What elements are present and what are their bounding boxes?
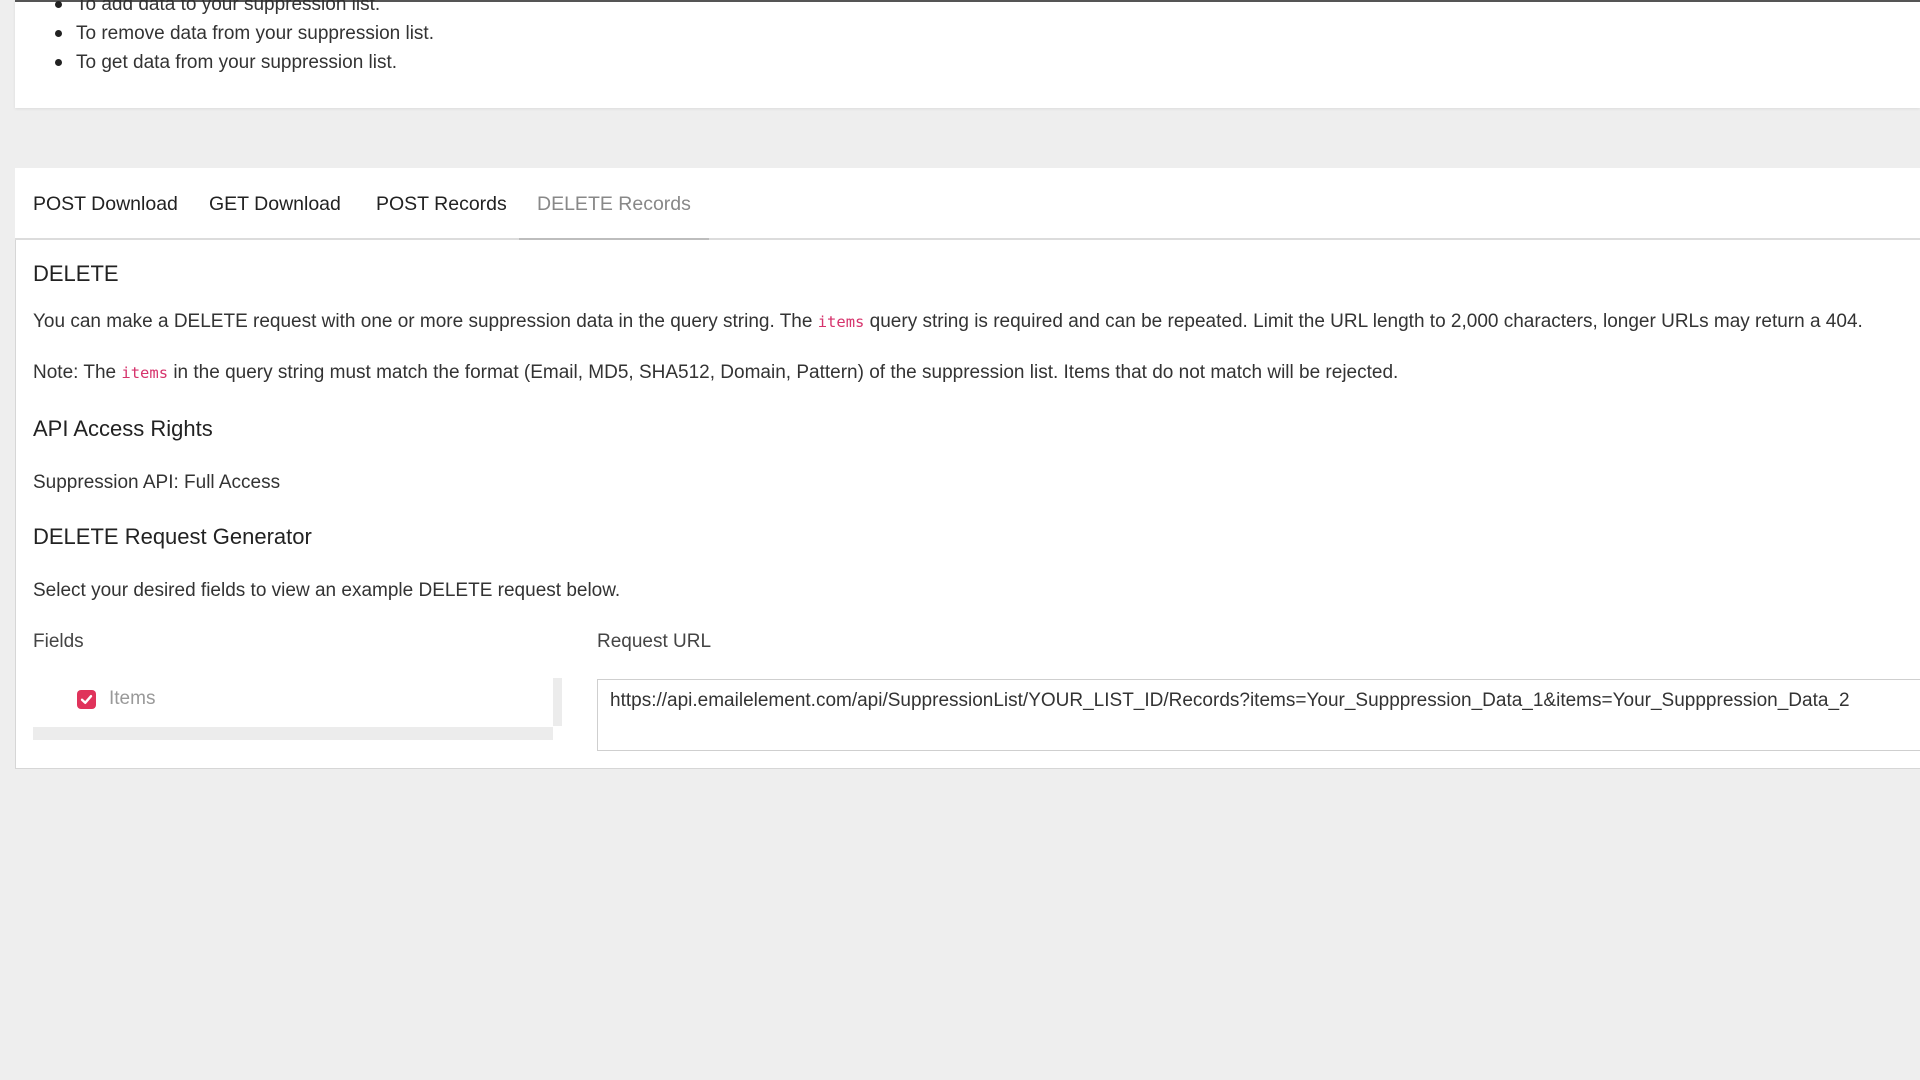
request-generator-description: Select your desired fields to view an ex…	[33, 580, 621, 601]
tab-post-download[interactable]: POST Download	[15, 168, 196, 240]
note-part: in the query string must match the forma…	[168, 362, 1399, 383]
tab-get-download[interactable]: GET Download	[191, 168, 359, 240]
list-item: To get data from your suppression list.	[55, 48, 434, 77]
description-part: You can make a DELETE request with one o…	[33, 311, 818, 332]
description-part: query string is required and can be repe…	[864, 311, 1863, 332]
intro-card: To add data to your suppression list. To…	[15, 0, 1920, 108]
request-url-output[interactable]: https://api.emailelement.com/api/Suppres…	[597, 679, 1920, 751]
section-title: DELETE	[33, 261, 119, 286]
request-generator-heading: DELETE Request Generator	[33, 524, 312, 549]
field-label: Items	[109, 688, 156, 709]
intro-list: To add data to your suppression list. To…	[55, 0, 434, 77]
delete-records-panel: DELETE You can make a DELETE request wit…	[15, 240, 1920, 769]
list-item: To remove data from your suppression lis…	[55, 19, 434, 48]
list-item: To add data to your suppression list.	[55, 0, 434, 19]
tab-post-records[interactable]: POST Records	[358, 168, 525, 240]
fields-scrollbar[interactable]	[553, 678, 562, 726]
tab-bar: POST Download GET Download POST Records …	[15, 168, 1920, 241]
tab-delete-records[interactable]: DELETE Records	[519, 168, 709, 241]
checkmark-icon	[80, 694, 93, 704]
request-url-label: Request URL	[597, 631, 712, 652]
field-item-items[interactable]: Items	[77, 684, 155, 714]
checkbox-checked-icon[interactable]	[77, 689, 96, 709]
code-items: items	[817, 313, 865, 331]
code-items: items	[121, 364, 169, 382]
access-rights-value: Suppression API: Full Access	[33, 472, 281, 493]
access-rights-heading: API Access Rights	[33, 416, 213, 441]
fields-list: Items	[33, 678, 553, 740]
description-text: You can make a DELETE request with one o…	[33, 311, 1863, 333]
note-part: Note: The	[33, 362, 122, 383]
note-text: Note: The items in the query string must…	[33, 362, 1398, 384]
fields-label: Fields	[33, 631, 84, 652]
